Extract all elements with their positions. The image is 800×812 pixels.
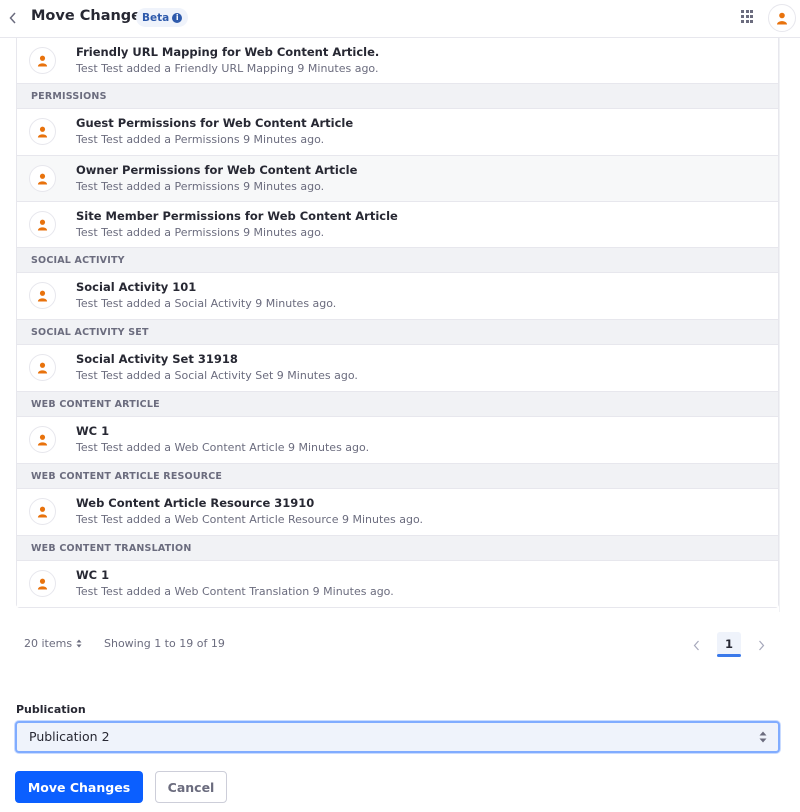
sort-icon — [76, 639, 82, 648]
user-avatar — [29, 570, 56, 597]
next-page-button[interactable] — [753, 636, 769, 654]
list-item-title: WC 1 — [76, 424, 110, 438]
scrollbar[interactable] — [779, 38, 785, 612]
list-item-title: Social Activity 101 — [76, 280, 197, 294]
user-icon — [37, 219, 48, 230]
user-avatar — [29, 118, 56, 145]
user-icon — [37, 434, 48, 445]
user-avatar — [29, 426, 56, 453]
list-item[interactable]: WC 1 Test Test added a Web Content Articl… — [17, 417, 778, 463]
changes-list: Friendly URL Mapping for Web Content Art… — [16, 38, 779, 608]
chevron-right-icon — [758, 640, 764, 650]
user-avatar — [29, 498, 56, 525]
user-icon — [777, 12, 787, 24]
caret-double-icon — [759, 731, 767, 743]
list-item[interactable]: Guest Permissions for Web Content Articl… — [17, 109, 778, 155]
back-button[interactable] — [4, 8, 22, 28]
user-avatar — [29, 47, 56, 74]
items-per-page-select[interactable]: 20 items — [24, 637, 82, 650]
list-item[interactable]: Friendly URL Mapping for Web Content Art… — [17, 38, 778, 83]
list-item-subtitle: Test Test added a Web Content Article 9 … — [76, 441, 370, 454]
list-item-title: Guest Permissions for Web Content Articl… — [76, 116, 354, 130]
group-header: WEB CONTENT ARTICLE RESOURCE — [17, 463, 778, 489]
list-item[interactable]: Social Activity Set 31918 Test Test added… — [17, 345, 778, 391]
list-item-title: WC 1 — [76, 568, 110, 582]
chevron-left-icon — [9, 12, 16, 24]
list-item-subtitle: Test Test added a Web Content Translatio… — [76, 585, 394, 598]
list-item[interactable]: WC 1 Test Test added a Web Content Transl… — [17, 561, 778, 607]
list-item-subtitle: Test Test added a Social Activity Set 9 … — [76, 369, 358, 382]
user-icon — [37, 362, 48, 373]
list-item-subtitle: Test Test added a Friendly URL Mapping 9… — [76, 62, 379, 75]
list-item-title: Web Content Article Resource 31910 — [76, 496, 315, 510]
top-bar: Move Changes Beta i — [0, 0, 800, 38]
user-avatar — [29, 282, 56, 309]
list-item-subtitle: Test Test added a Social Activity 9 Minu… — [76, 297, 337, 310]
items-per-page-label: 20 items — [24, 637, 73, 650]
list-item-subtitle: Test Test added a Web Content Article Re… — [76, 513, 424, 526]
list-item-title: Friendly URL Mapping for Web Content Art… — [76, 45, 380, 59]
list-item[interactable]: Owner Permissions for Web Content Articl… — [17, 155, 778, 201]
showing-count: Showing 1 to 19 of 19 — [104, 637, 225, 650]
pagination-bar: 20 items Showing 1 to 19 of 19 1 — [0, 632, 800, 658]
group-header: WEB CONTENT TRANSLATION — [17, 535, 778, 561]
user-icon — [37, 578, 48, 589]
user-icon — [37, 55, 48, 66]
user-icon — [37, 290, 48, 301]
user-avatar — [29, 211, 56, 238]
publication-select-value: Publication 2 — [29, 729, 110, 744]
group-header: SOCIAL ACTIVITY SET — [17, 319, 778, 345]
user-avatar-button[interactable] — [768, 4, 796, 32]
grid-apps-icon — [741, 10, 744, 13]
cancel-button[interactable]: Cancel — [155, 771, 227, 803]
user-icon — [37, 126, 48, 137]
page-1-button[interactable]: 1 — [717, 632, 741, 657]
list-item[interactable]: Social Activity 101 Test Test added a Soc… — [17, 273, 778, 319]
chevron-left-icon — [693, 640, 699, 650]
previous-page-button[interactable] — [688, 636, 704, 654]
move-changes-button[interactable]: Move Changes — [15, 771, 143, 803]
list-item-subtitle: Test Test added a Permissions 9 Minutes … — [76, 226, 325, 239]
group-header: SOCIAL ACTIVITY — [17, 247, 778, 273]
list-item-title: Social Activity Set 31918 — [76, 352, 238, 366]
list-item-title: Site Member Permissions for Web Content … — [76, 209, 398, 223]
user-avatar — [29, 354, 56, 381]
list-item[interactable]: Web Content Article Resource 31910 Test T… — [17, 489, 778, 535]
user-avatar — [29, 165, 56, 192]
group-header: WEB CONTENT ARTICLE — [17, 391, 778, 417]
apps-menu-button[interactable] — [741, 10, 755, 24]
group-header: PERMISSIONS — [17, 83, 778, 109]
page-title: Move Changes — [31, 8, 150, 24]
publication-label: Publication — [16, 703, 86, 716]
beta-badge-label: Beta — [142, 11, 170, 24]
list-item-subtitle: Test Test added a Permissions 9 Minutes … — [76, 180, 325, 193]
beta-badge[interactable]: Beta i — [136, 8, 189, 27]
list-item-title: Owner Permissions for Web Content Articl… — [76, 163, 358, 177]
user-icon — [37, 506, 48, 517]
user-icon — [37, 173, 48, 184]
list-item-subtitle: Test Test added a Permissions 9 Minutes … — [76, 133, 325, 146]
info-icon: i — [172, 12, 183, 23]
list-item[interactable]: Site Member Permissions for Web Content … — [17, 201, 778, 247]
publication-select[interactable]: Publication 2 — [15, 721, 780, 753]
